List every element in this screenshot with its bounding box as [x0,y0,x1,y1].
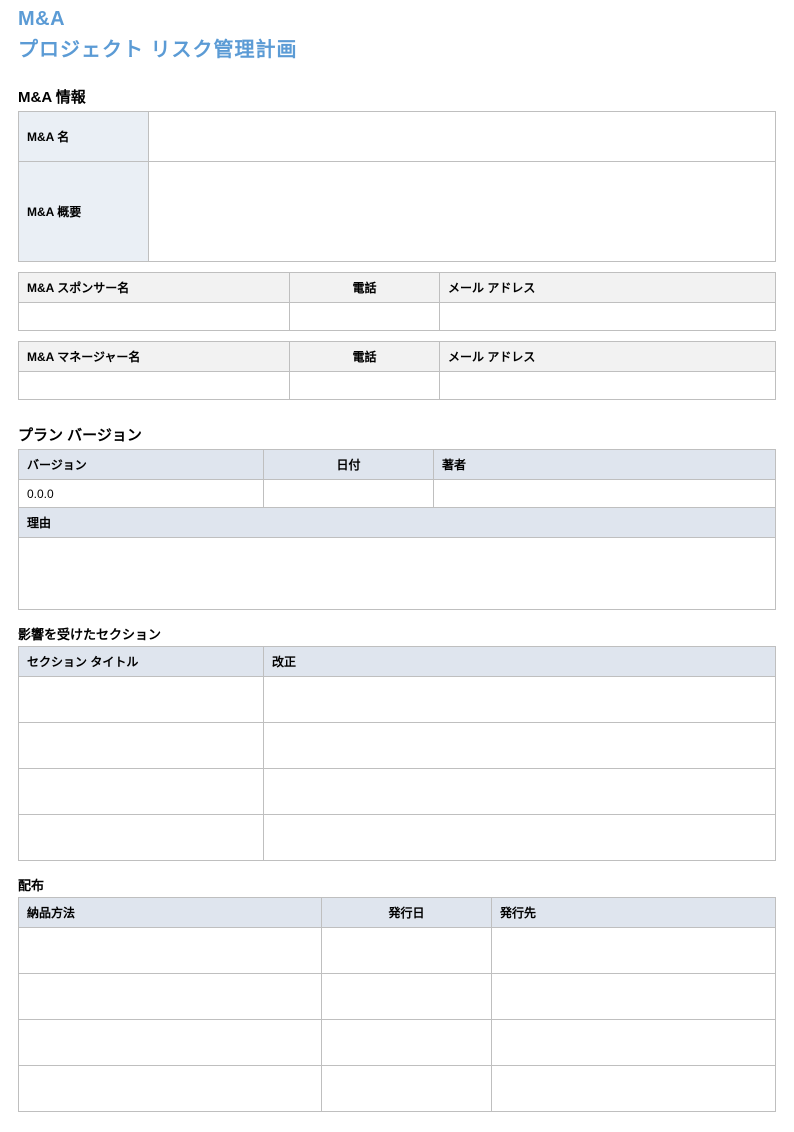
sponsor-header-phone: 電話 [290,273,440,303]
dist-method-cell[interactable] [19,928,322,974]
dist-to-cell[interactable] [492,928,776,974]
info-section-heading: M&A 情報 [18,86,776,107]
version-section-heading: プラン バージョン [18,424,776,445]
affected-title-cell[interactable] [19,815,264,861]
affected-title-cell[interactable] [19,677,264,723]
affected-header-title: セクション タイトル [19,647,264,677]
info-table: M&A 名 M&A 概要 [18,111,776,262]
manager-row [19,372,776,400]
dist-header-date: 発行日 [322,898,492,928]
dist-date-cell[interactable] [322,974,492,1020]
info-name-row: M&A 名 [19,112,776,162]
info-overview-row: M&A 概要 [19,162,776,262]
sponsor-row [19,303,776,331]
sponsor-header-name: M&A スポンサー名 [19,273,290,303]
version-reason-value[interactable] [19,538,776,610]
info-name-label: M&A 名 [19,112,149,162]
affected-revision-cell[interactable] [264,723,776,769]
affected-revision-cell[interactable] [264,815,776,861]
info-overview-value[interactable] [149,162,776,262]
manager-email-cell[interactable] [440,372,776,400]
manager-phone-cell[interactable] [290,372,440,400]
sponsor-header-email: メール アドレス [440,273,776,303]
version-table: バージョン 日付 著者 0.0.0 理由 [18,449,776,610]
sponsor-table: M&A スポンサー名 電話 メール アドレス [18,272,776,331]
dist-row [19,928,776,974]
manager-table: M&A マネージャー名 電話 メール アドレス [18,341,776,400]
manager-header-email: メール アドレス [440,342,776,372]
distribution-table: 納品方法 発行日 発行先 [18,897,776,1112]
affected-row [19,769,776,815]
info-name-value[interactable] [149,112,776,162]
affected-revision-cell[interactable] [264,769,776,815]
doc-title-line2: プロジェクト リスク管理計画 [18,33,776,62]
affected-row [19,677,776,723]
affected-table: セクション タイトル 改正 [18,646,776,861]
dist-to-cell[interactable] [492,1066,776,1112]
version-date-cell[interactable] [264,480,434,508]
version-author-cell[interactable] [434,480,776,508]
dist-to-cell[interactable] [492,974,776,1020]
dist-row [19,1020,776,1066]
version-version-cell[interactable]: 0.0.0 [19,480,264,508]
affected-section-heading: 影響を受けたセクション [18,624,776,643]
affected-title-cell[interactable] [19,769,264,815]
affected-title-cell[interactable] [19,723,264,769]
dist-date-cell[interactable] [322,1066,492,1112]
version-header-author: 著者 [434,450,776,480]
version-reason-label: 理由 [19,508,776,538]
sponsor-name-cell[interactable] [19,303,290,331]
manager-name-cell[interactable] [19,372,290,400]
manager-header-phone: 電話 [290,342,440,372]
dist-header-to: 発行先 [492,898,776,928]
version-header-date: 日付 [264,450,434,480]
manager-header-name: M&A マネージャー名 [19,342,290,372]
sponsor-email-cell[interactable] [440,303,776,331]
sponsor-phone-cell[interactable] [290,303,440,331]
dist-date-cell[interactable] [322,1020,492,1066]
dist-method-cell[interactable] [19,974,322,1020]
distribution-section-heading: 配布 [18,875,776,894]
dist-row [19,974,776,1020]
affected-header-revision: 改正 [264,647,776,677]
affected-row [19,815,776,861]
affected-revision-cell[interactable] [264,677,776,723]
dist-method-cell[interactable] [19,1020,322,1066]
version-header-version: バージョン [19,450,264,480]
dist-row [19,1066,776,1112]
info-overview-label: M&A 概要 [19,162,149,262]
doc-title-line1: M&A [18,8,776,31]
dist-date-cell[interactable] [322,928,492,974]
version-row: 0.0.0 [19,480,776,508]
dist-method-cell[interactable] [19,1066,322,1112]
affected-row [19,723,776,769]
dist-header-method: 納品方法 [19,898,322,928]
dist-to-cell[interactable] [492,1020,776,1066]
